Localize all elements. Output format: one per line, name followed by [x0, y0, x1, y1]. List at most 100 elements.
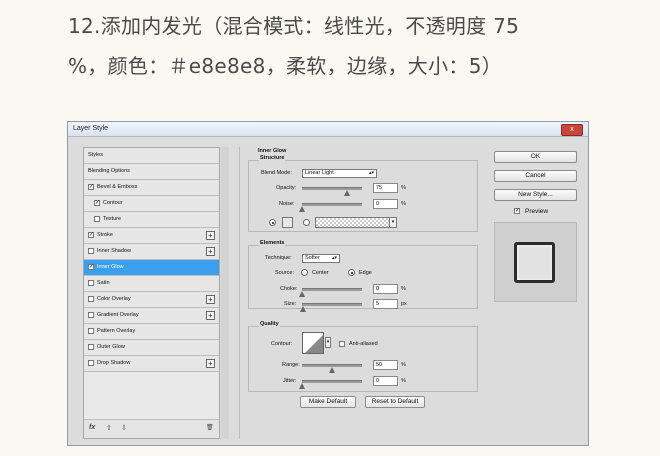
style-item-drop-shadow[interactable]: Drop Shadow + [84, 356, 219, 372]
add-icon[interactable]: + [206, 231, 215, 240]
style-item-label: Drop Shadow [97, 360, 131, 366]
add-icon[interactable]: + [206, 295, 215, 304]
style-item-pattern-overlay[interactable]: Pattern Overlay [84, 324, 219, 340]
size-input[interactable]: 5 [373, 299, 398, 309]
move-down-icon[interactable]: ⇩ [121, 424, 127, 432]
style-item-label: Outer Glow [97, 344, 125, 350]
style-item-label: Texture [103, 216, 122, 222]
style-item-texture[interactable]: Texture [84, 212, 219, 228]
checkbox[interactable] [94, 216, 100, 222]
noise-slider-track[interactable] [302, 203, 362, 206]
reset-to-default-button[interactable]: Reset to Default [365, 396, 425, 408]
blend-mode-select[interactable]: Linear Light ▴▾ [302, 169, 377, 178]
gradient-radio[interactable] [303, 219, 310, 226]
blend-mode-value: Linear Light [305, 170, 334, 176]
close-icon[interactable]: x [561, 124, 583, 136]
fx-icon[interactable]: fx [89, 424, 95, 431]
new-style-button[interactable]: New Style... [494, 189, 577, 201]
structure-title: Structure [259, 155, 286, 161]
add-icon[interactable]: + [206, 359, 215, 368]
checkbox[interactable] [88, 344, 94, 350]
opacity-input[interactable]: 75 [373, 183, 398, 193]
style-item-styles[interactable]: Styles [84, 148, 219, 164]
style-item-blending-options[interactable]: Blending Options [84, 164, 219, 180]
source-label: Source: [275, 270, 294, 276]
style-item-inner-glow[interactable]: ✓ Inner Glow [84, 260, 219, 276]
dropdown-arrow-icon[interactable]: ▾ [389, 217, 397, 228]
choke-input[interactable]: 0 [373, 284, 398, 294]
style-item-label: Bevel & Emboss [97, 184, 138, 190]
layer-style-dialog: Layer Style x Styles Blending Options ✓ … [67, 121, 589, 446]
choke-label: Choke: [280, 286, 298, 292]
style-item-contour[interactable]: ✓ Contour [84, 196, 219, 212]
color-swatch[interactable] [282, 217, 293, 228]
add-icon[interactable]: + [206, 311, 215, 320]
style-item-label: Color Overlay [97, 296, 131, 302]
preview-checkbox[interactable]: ✓ [514, 208, 520, 214]
quality-group: Quality Contour: ▾ Anti-aliased Range: 5… [248, 321, 478, 392]
choke-slider-thumb[interactable] [299, 291, 305, 297]
section-title: Inner Glow [258, 148, 287, 154]
style-item-color-overlay[interactable]: Color Overlay + [84, 292, 219, 308]
preview-thumbnail [514, 242, 555, 283]
source-edge-radio[interactable] [348, 269, 355, 276]
style-item-inner-shadow[interactable]: Inner Shadow + [84, 244, 219, 260]
checkbox[interactable] [88, 328, 94, 334]
solid-color-radio[interactable] [269, 219, 276, 226]
range-slider-thumb[interactable] [329, 367, 335, 373]
checkbox[interactable] [88, 280, 94, 286]
noise-input[interactable]: 0 [373, 199, 398, 209]
add-icon[interactable]: + [206, 247, 215, 256]
size-slider-thumb[interactable] [300, 306, 306, 312]
checkbox-checked[interactable]: ✓ [88, 184, 94, 190]
source-center-radio[interactable] [301, 269, 308, 276]
checkbox[interactable] [88, 248, 94, 254]
ok-button[interactable]: OK [494, 151, 577, 163]
style-list-scrollbar[interactable] [221, 147, 229, 439]
noise-slider-thumb[interactable] [299, 206, 305, 212]
elements-title: Elements [259, 240, 286, 246]
size-label: Size: [284, 301, 297, 307]
style-item-satin[interactable]: Satin [84, 276, 219, 292]
technique-select[interactable]: Softer ▴▾ [302, 254, 340, 263]
jitter-slider-track[interactable] [302, 380, 362, 383]
quality-title: Quality [259, 321, 280, 327]
checkbox[interactable] [88, 360, 94, 366]
jitter-label: Jitter: [283, 378, 297, 384]
style-item-stroke[interactable]: ✓ Stroke + [84, 228, 219, 244]
contour-curve-icon [305, 335, 323, 353]
style-item-label: Inner Shadow [97, 248, 131, 254]
checkbox[interactable] [88, 296, 94, 302]
style-item-bevel-emboss[interactable]: ✓ Bevel & Emboss [84, 180, 219, 196]
size-slider-track[interactable] [302, 303, 362, 306]
move-up-icon[interactable]: ⇧ [106, 424, 112, 432]
choke-slider-track[interactable] [302, 288, 362, 291]
style-list-footer: fx ⇧ ⇩ 🗑 [84, 419, 219, 438]
trash-icon[interactable]: 🗑 [206, 424, 214, 431]
divider [239, 147, 240, 439]
cancel-button[interactable]: Cancel [494, 170, 577, 182]
style-item-gradient-overlay[interactable]: Gradient Overlay + [84, 308, 219, 324]
contour-picker[interactable] [302, 332, 324, 354]
make-default-button[interactable]: Make Default [300, 396, 356, 408]
technique-label: Technique: [265, 255, 292, 261]
checkbox-checked[interactable]: ✓ [88, 264, 94, 270]
opacity-slider-track[interactable] [302, 187, 362, 190]
blend-mode-label: Blend Mode: [261, 170, 292, 176]
style-list: Styles Blending Options ✓ Bevel & Emboss… [83, 147, 220, 439]
gradient-picker[interactable] [315, 217, 390, 228]
style-item-label: Styles [88, 152, 103, 158]
checkbox-checked[interactable]: ✓ [94, 200, 100, 206]
jitter-slider-thumb[interactable] [299, 383, 305, 389]
jitter-input[interactable]: 0 [373, 376, 398, 386]
checkbox-checked[interactable]: ✓ [88, 232, 94, 238]
dropdown-arrow-icon[interactable]: ▾ [325, 337, 331, 348]
style-item-label: Inner Glow [97, 264, 124, 270]
style-item-label: Stroke [97, 232, 113, 238]
anti-aliased-checkbox[interactable] [339, 341, 345, 347]
range-input[interactable]: 50 [373, 360, 398, 370]
opacity-slider-thumb[interactable] [344, 190, 350, 196]
checkbox[interactable] [88, 312, 94, 318]
dialog-title: Layer Style [73, 125, 109, 132]
style-item-outer-glow[interactable]: Outer Glow [84, 340, 219, 356]
